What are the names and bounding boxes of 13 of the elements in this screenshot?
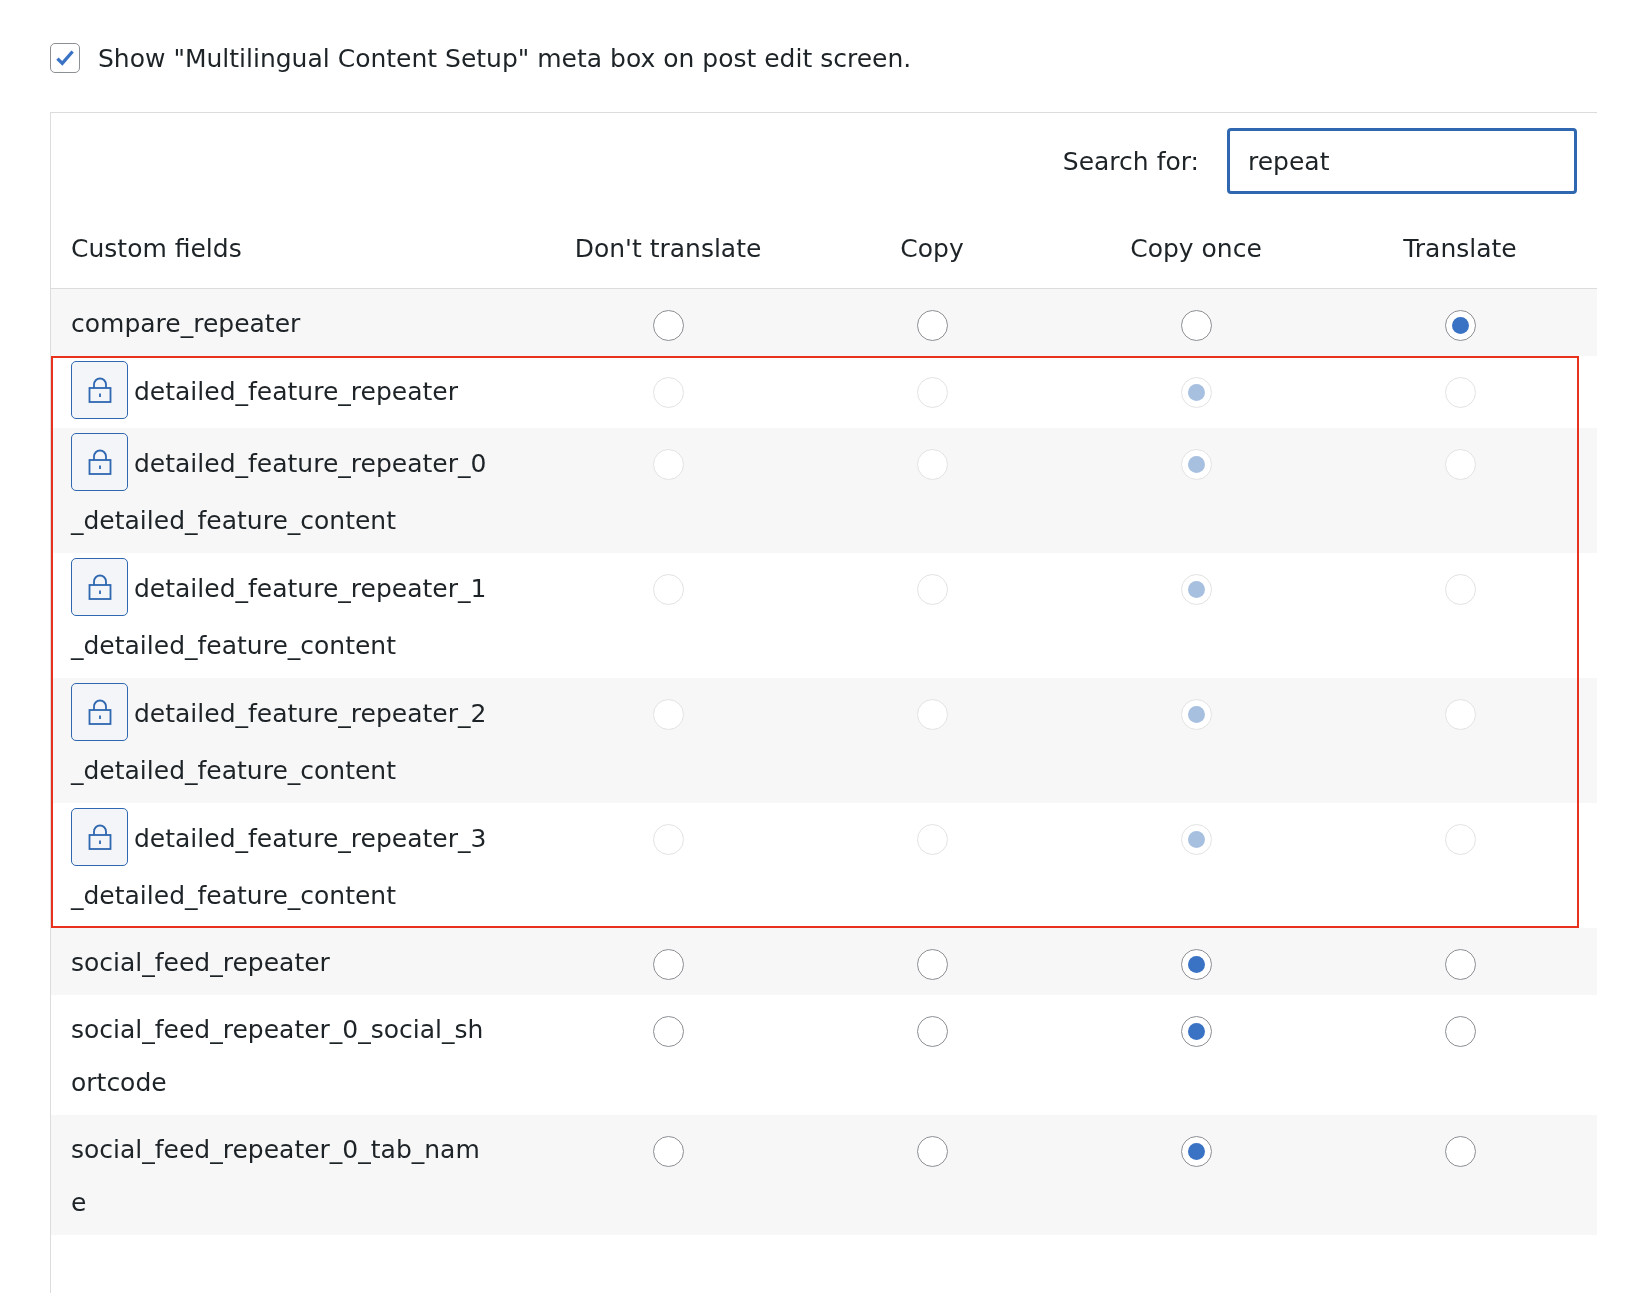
search-label: Search for: [1062,146,1199,176]
checkbox-label: Show "Multilingual Content Setup" meta box on post edit screen. [98,43,912,73]
field-name: detailed_feature_repeater [71,364,489,422]
column-header: Don't translate [573,233,763,263]
column-header: Copy once [1129,233,1263,263]
field-name: social_feed_repeater [71,947,331,979]
field-name: social_feed_repeater_0_social_shortcode [71,1014,485,1099]
column-header: Custom fields [70,233,243,263]
column-header: Copy [899,233,965,263]
field-name: compare_repeater [71,308,302,340]
field-name: social_feed_repeater_0_tab_name [71,1134,481,1219]
search-field[interactable]: repeat [1227,128,1577,194]
column-header: Translate [1402,233,1518,263]
